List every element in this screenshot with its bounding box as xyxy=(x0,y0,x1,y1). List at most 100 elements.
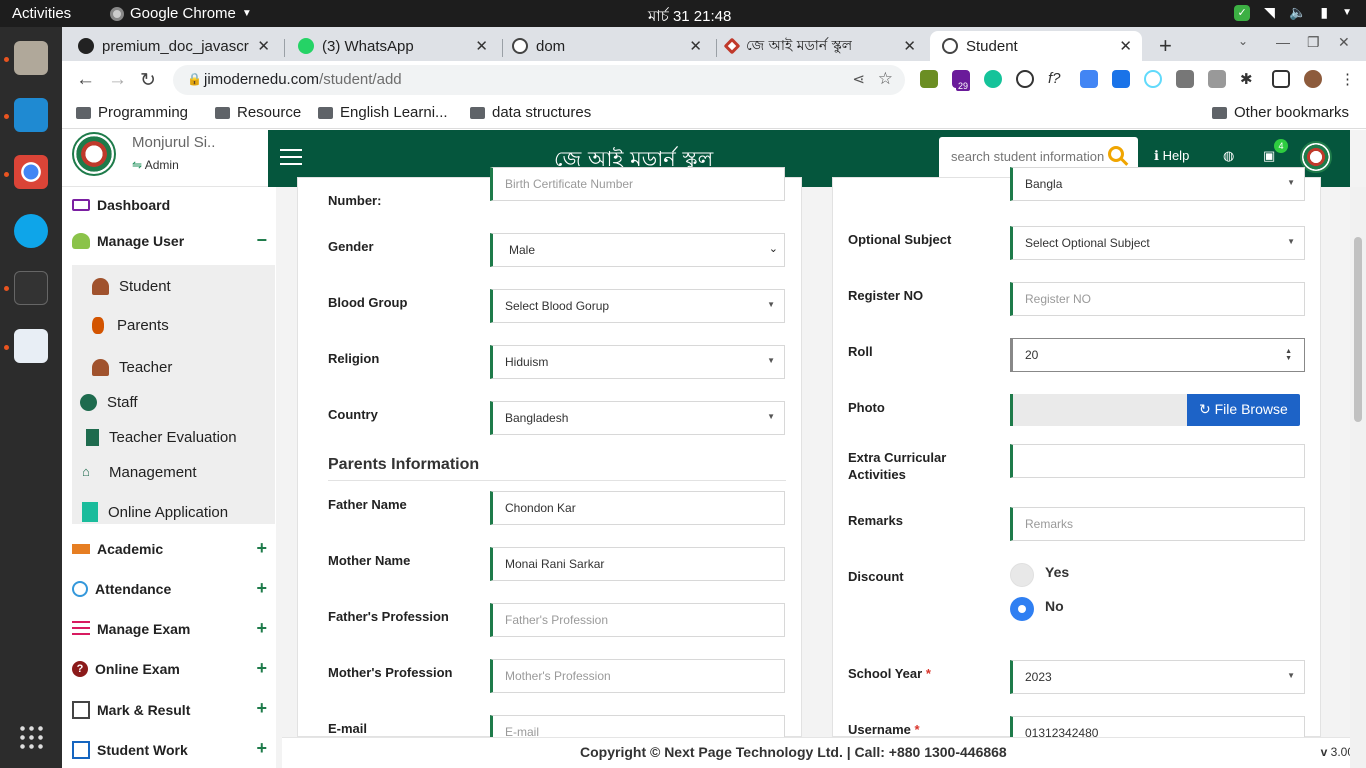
scrollbar-thumb[interactable] xyxy=(1354,237,1362,422)
medium-select[interactable]: Bangla ▼ xyxy=(1010,167,1305,201)
religion-select[interactable]: Hiduism ▼ xyxy=(490,345,785,379)
discount-yes-label[interactable]: Yes xyxy=(1045,564,1069,580)
profile-avatar[interactable] xyxy=(1304,70,1322,88)
hamburger-menu-icon[interactable] xyxy=(280,149,302,165)
vscode-icon[interactable] xyxy=(14,98,48,132)
side-panel-icon[interactable] xyxy=(1272,70,1290,88)
bookmark-resource[interactable]: Resource xyxy=(215,104,301,121)
photo-file-input[interactable] xyxy=(1010,394,1190,426)
bookmark-star-icon[interactable]: ☆ xyxy=(878,69,893,89)
sidebar-item-student-work[interactable]: Student Work + xyxy=(72,738,267,759)
share-icon[interactable]: ⋖ xyxy=(852,70,865,88)
sidebar-item-teacher-evaluation[interactable]: Teacher Evaluation xyxy=(86,429,237,446)
extra-curricular-input[interactable] xyxy=(1010,444,1305,478)
expand-icon[interactable]: + xyxy=(256,738,267,759)
roll-input[interactable]: 20 ▲ ▼ xyxy=(1010,338,1305,372)
terminal-icon[interactable] xyxy=(14,271,48,305)
tab-dom[interactable]: dom ✕ xyxy=(500,31,712,61)
expand-icon[interactable]: + xyxy=(256,698,267,719)
formula-icon[interactable]: f? xyxy=(1048,70,1066,88)
remarks-input[interactable]: Remarks xyxy=(1010,507,1305,541)
optional-subject-select[interactable]: Select Optional Subject ▼ xyxy=(1010,226,1305,260)
tab-student[interactable]: Student ✕ xyxy=(930,31,1142,61)
sidebar-item-management[interactable]: ⌂ Management xyxy=(82,464,197,481)
help-link[interactable]: ℹ Help xyxy=(1154,148,1189,164)
react-devtools-icon[interactable] xyxy=(1144,70,1162,88)
sidebar-item-parents[interactable]: Parents xyxy=(92,317,169,334)
minimize-icon[interactable]: — xyxy=(1276,34,1290,50)
expand-icon[interactable]: + xyxy=(256,578,267,599)
register-input[interactable]: Register NO xyxy=(1010,282,1305,316)
expand-icon[interactable]: + xyxy=(256,618,267,639)
other-bookmarks[interactable]: Other bookmarks xyxy=(1212,104,1349,121)
sidebar-item-student[interactable]: Student xyxy=(92,278,171,295)
extension-icon[interactable] xyxy=(1016,70,1034,88)
extension-icon[interactable] xyxy=(920,70,938,88)
back-icon[interactable]: ← xyxy=(76,69,95,91)
blood-group-select[interactable]: Select Blood Gorup ▼ xyxy=(490,289,785,323)
activities-button[interactable]: Activities xyxy=(12,5,71,22)
update-check-icon[interactable]: ✓ xyxy=(1234,4,1251,21)
app-menu[interactable]: Google Chrome ▼ xyxy=(110,5,252,22)
files-icon[interactable] xyxy=(14,41,48,75)
maximize-icon[interactable]: ❐ xyxy=(1307,34,1320,51)
gender-select[interactable]: Male ⌄ xyxy=(490,233,785,267)
tab-whatsapp[interactable]: (3) WhatsApp ✕ xyxy=(286,31,498,61)
eyedropper-icon[interactable] xyxy=(1176,70,1194,88)
search-input[interactable] xyxy=(951,149,1111,164)
sidebar-item-dashboard[interactable]: Dashboard xyxy=(72,197,170,213)
page-scrollbar[interactable] xyxy=(1350,187,1366,768)
expand-icon[interactable]: + xyxy=(256,538,267,559)
calendar-icon[interactable]: ▣ xyxy=(1263,148,1275,164)
close-icon[interactable]: ✕ xyxy=(1119,37,1132,55)
discount-yes-radio[interactable] xyxy=(1010,563,1034,587)
father-name-input[interactable]: Chondon Kar xyxy=(490,491,785,525)
sidebar-item-manage-user[interactable]: Manage User − xyxy=(72,230,267,251)
sidebar-item-manage-exam[interactable]: Manage Exam + xyxy=(72,618,267,639)
close-icon[interactable]: ✕ xyxy=(689,37,702,55)
translate-icon[interactable] xyxy=(1080,70,1098,88)
collapse-icon[interactable]: − xyxy=(256,230,267,251)
close-icon[interactable]: ✕ xyxy=(257,37,270,55)
sidebar-item-online-exam[interactable]: ? Online Exam + xyxy=(72,658,267,679)
close-icon[interactable]: ✕ xyxy=(475,37,488,55)
menu-kebab-icon[interactable]: ⋮ xyxy=(1340,70,1358,88)
grammarly-icon[interactable] xyxy=(984,70,1002,88)
school-year-select[interactable]: 2023 ▼ xyxy=(1010,660,1305,694)
text-editor-icon[interactable] xyxy=(14,329,48,363)
sidebar-item-staff[interactable]: Staff xyxy=(80,394,138,411)
new-tab-button[interactable]: + xyxy=(1159,33,1172,59)
file-browse-button[interactable]: ↻ File Browse xyxy=(1187,394,1300,426)
country-select[interactable]: Bangladesh ▼ xyxy=(490,401,785,435)
tab-school[interactable]: জে আই মডার্ন স্কুল ✕ xyxy=(714,31,926,61)
tab-search-icon[interactable]: ⌄ xyxy=(1238,34,1248,48)
father-profession-input[interactable]: Father's Profession xyxy=(490,603,785,637)
system-tray[interactable]: ✓ ◥ 🔈 ▮ ▼ xyxy=(1234,4,1352,21)
reload-icon[interactable]: ↻ xyxy=(140,69,156,92)
window-close-icon[interactable]: ✕ xyxy=(1338,34,1350,51)
sidebar-item-academic[interactable]: Academic + xyxy=(72,538,267,559)
discount-no-radio[interactable] xyxy=(1010,597,1034,621)
skype-icon[interactable] xyxy=(14,214,48,248)
camera-icon[interactable] xyxy=(1208,70,1226,88)
sidebar-item-teacher[interactable]: Teacher xyxy=(92,359,172,376)
forward-icon[interactable]: → xyxy=(108,69,127,91)
bookmark-data-structures[interactable]: data structures xyxy=(470,104,591,121)
mother-profession-input[interactable]: Mother's Profession xyxy=(490,659,785,693)
globe-icon[interactable]: ◍ xyxy=(1223,148,1234,164)
sidebar-item-mark-result[interactable]: Mark & Result + xyxy=(72,698,267,719)
mother-name-input[interactable]: Monai Rani Sarkar xyxy=(490,547,785,581)
search-icon[interactable] xyxy=(1108,146,1124,162)
bookmark-programming[interactable]: Programming xyxy=(76,104,188,121)
profile-name[interactable]: Monjurul Si.. xyxy=(132,134,215,151)
sidebar-item-attendance[interactable]: Attendance + xyxy=(72,578,267,599)
expand-icon[interactable]: + xyxy=(256,658,267,679)
stepper-icon[interactable]: ▲ ▼ xyxy=(1285,348,1292,362)
extension-icon[interactable] xyxy=(1112,70,1130,88)
tab-premium-doc[interactable]: premium_doc_javascr ✕ xyxy=(66,31,280,61)
chrome-dock-icon[interactable] xyxy=(14,155,48,189)
close-icon[interactable]: ✕ xyxy=(903,37,916,55)
address-bar[interactable]: 🔒 jimodernedu.com/student/add ⋖ ☆ xyxy=(173,65,905,95)
extensions-puzzle-icon[interactable]: ✱ xyxy=(1240,70,1258,88)
sidebar-item-online-application[interactable]: Online Application xyxy=(82,502,228,522)
